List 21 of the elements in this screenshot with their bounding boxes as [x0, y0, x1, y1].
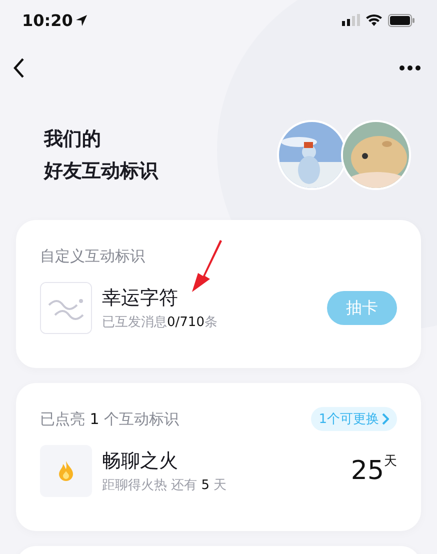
flame-icon	[59, 461, 73, 481]
item-name: 畅聊之火	[102, 449, 179, 474]
wifi-icon	[366, 14, 382, 26]
section-heading: 已点亮 1 个互动标识	[40, 410, 180, 428]
signal-icon	[342, 14, 360, 26]
swap-link[interactable]: 1个可更换	[310, 407, 397, 431]
page-title: 我们的	[44, 127, 102, 152]
item-name: 幸运字符	[102, 286, 179, 311]
day-count: 25	[350, 456, 384, 486]
chevron-right-icon	[381, 413, 389, 425]
item-detail: 已互发消息0/710条	[102, 314, 218, 331]
back-icon[interactable]	[12, 57, 26, 79]
section-heading: 自定义互动标识	[40, 246, 145, 266]
page-title: 好友互动标识	[44, 159, 158, 184]
status-time: 10:20	[22, 10, 73, 30]
battery-icon	[388, 14, 415, 26]
day-unit: 天	[384, 453, 397, 470]
item-detail: 距聊得火热 还有 5 天	[102, 477, 228, 494]
location-icon	[76, 14, 87, 26]
more-icon[interactable]	[399, 65, 421, 71]
annotation-arrow	[190, 240, 222, 292]
